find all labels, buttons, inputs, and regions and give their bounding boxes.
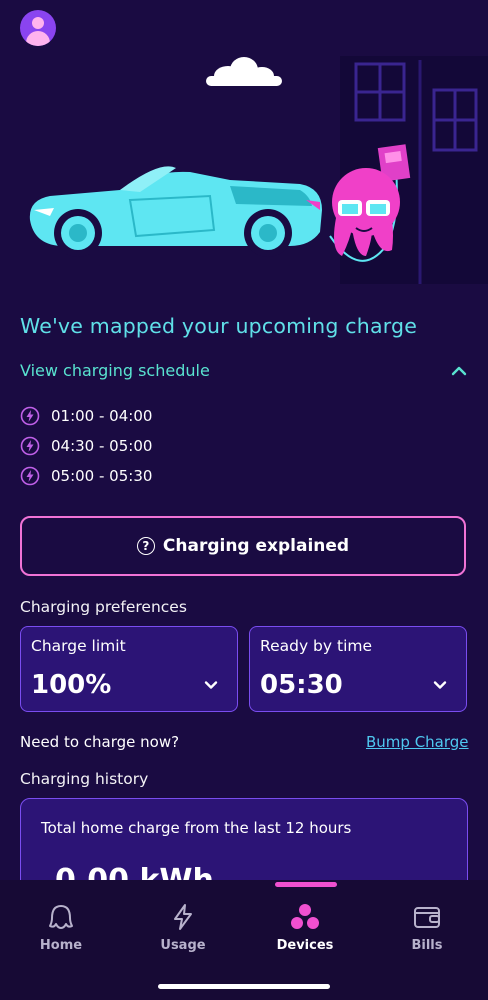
ready-by-time-select[interactable]: Ready by time 05:30 (249, 626, 467, 712)
slot-time: 01:00 - 04:00 (51, 407, 153, 425)
nav-devices[interactable]: Devices (260, 902, 350, 962)
lightning-icon (20, 466, 40, 486)
bump-charge-link[interactable]: Bump Charge (366, 733, 469, 751)
wallet-icon (414, 907, 440, 928)
bottom-navigation: Home Usage Devices Bills (0, 880, 488, 1000)
active-tab-indicator (275, 882, 337, 887)
view-schedule-toggle[interactable]: View charging schedule (20, 360, 470, 384)
schedule-slot: 05:00 - 05:30 (20, 466, 220, 488)
octopus-home-icon (49, 905, 73, 929)
chevron-down-icon (204, 681, 218, 689)
home-indicator[interactable] (158, 984, 330, 989)
nav-usage-label: Usage (160, 938, 206, 953)
ready-by-value: 05:30 (260, 670, 343, 700)
profile-avatar-button[interactable] (20, 10, 56, 46)
nav-bills-label: Bills (411, 938, 443, 953)
nav-home[interactable]: Home (16, 902, 106, 962)
preferences-heading: Charging preferences (20, 598, 187, 616)
lightning-icon (174, 904, 192, 930)
lightning-icon (20, 436, 40, 456)
schedule-slot: 01:00 - 04:00 (20, 406, 220, 428)
ready-by-label: Ready by time (260, 637, 373, 655)
charging-explained-label: Charging explained (162, 536, 350, 556)
schedule-title: We've mapped your upcoming charge (20, 314, 418, 338)
charge-limit-select[interactable]: Charge limit 100% (20, 626, 238, 712)
help-circle-icon: ? (136, 537, 155, 555)
user-avatar-icon (32, 17, 44, 29)
nav-bills[interactable]: Bills (382, 902, 472, 962)
nav-home-label: Home (39, 938, 83, 953)
charging-history-heading: Charging history (20, 770, 149, 788)
car-charging-illustration (29, 56, 488, 284)
lightning-icon (20, 406, 40, 426)
devices-dots-icon (291, 904, 319, 929)
charge-now-prompt: Need to charge now? (20, 733, 180, 751)
schedule-slot: 04:30 - 05:00 (20, 436, 220, 458)
history-card-label: Total home charge from the last 12 hours (41, 819, 352, 837)
chevron-up-icon (451, 366, 467, 376)
view-schedule-label: View charging schedule (20, 361, 210, 380)
charging-explained-button[interactable]: ? Charging explained (20, 516, 466, 576)
slot-time: 04:30 - 05:00 (51, 437, 153, 455)
chevron-down-icon (433, 681, 447, 689)
charge-limit-value: 100% (31, 670, 112, 700)
nav-devices-label: Devices (276, 938, 334, 953)
slot-time: 05:00 - 05:30 (51, 467, 153, 485)
nav-usage[interactable]: Usage (138, 902, 228, 962)
charge-limit-label: Charge limit (31, 637, 126, 655)
